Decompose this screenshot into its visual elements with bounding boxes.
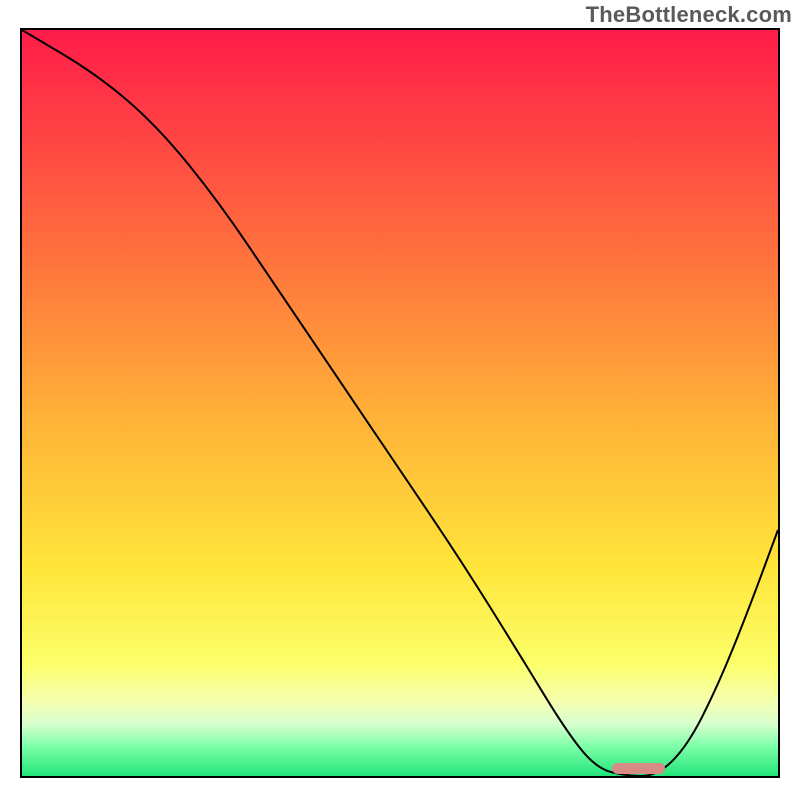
optimal-range-marker bbox=[612, 763, 665, 774]
plot-area bbox=[20, 28, 780, 778]
watermark-text: TheBottleneck.com bbox=[586, 2, 792, 28]
chart-frame: TheBottleneck.com bbox=[0, 0, 800, 800]
bottleneck-curve bbox=[22, 30, 778, 776]
